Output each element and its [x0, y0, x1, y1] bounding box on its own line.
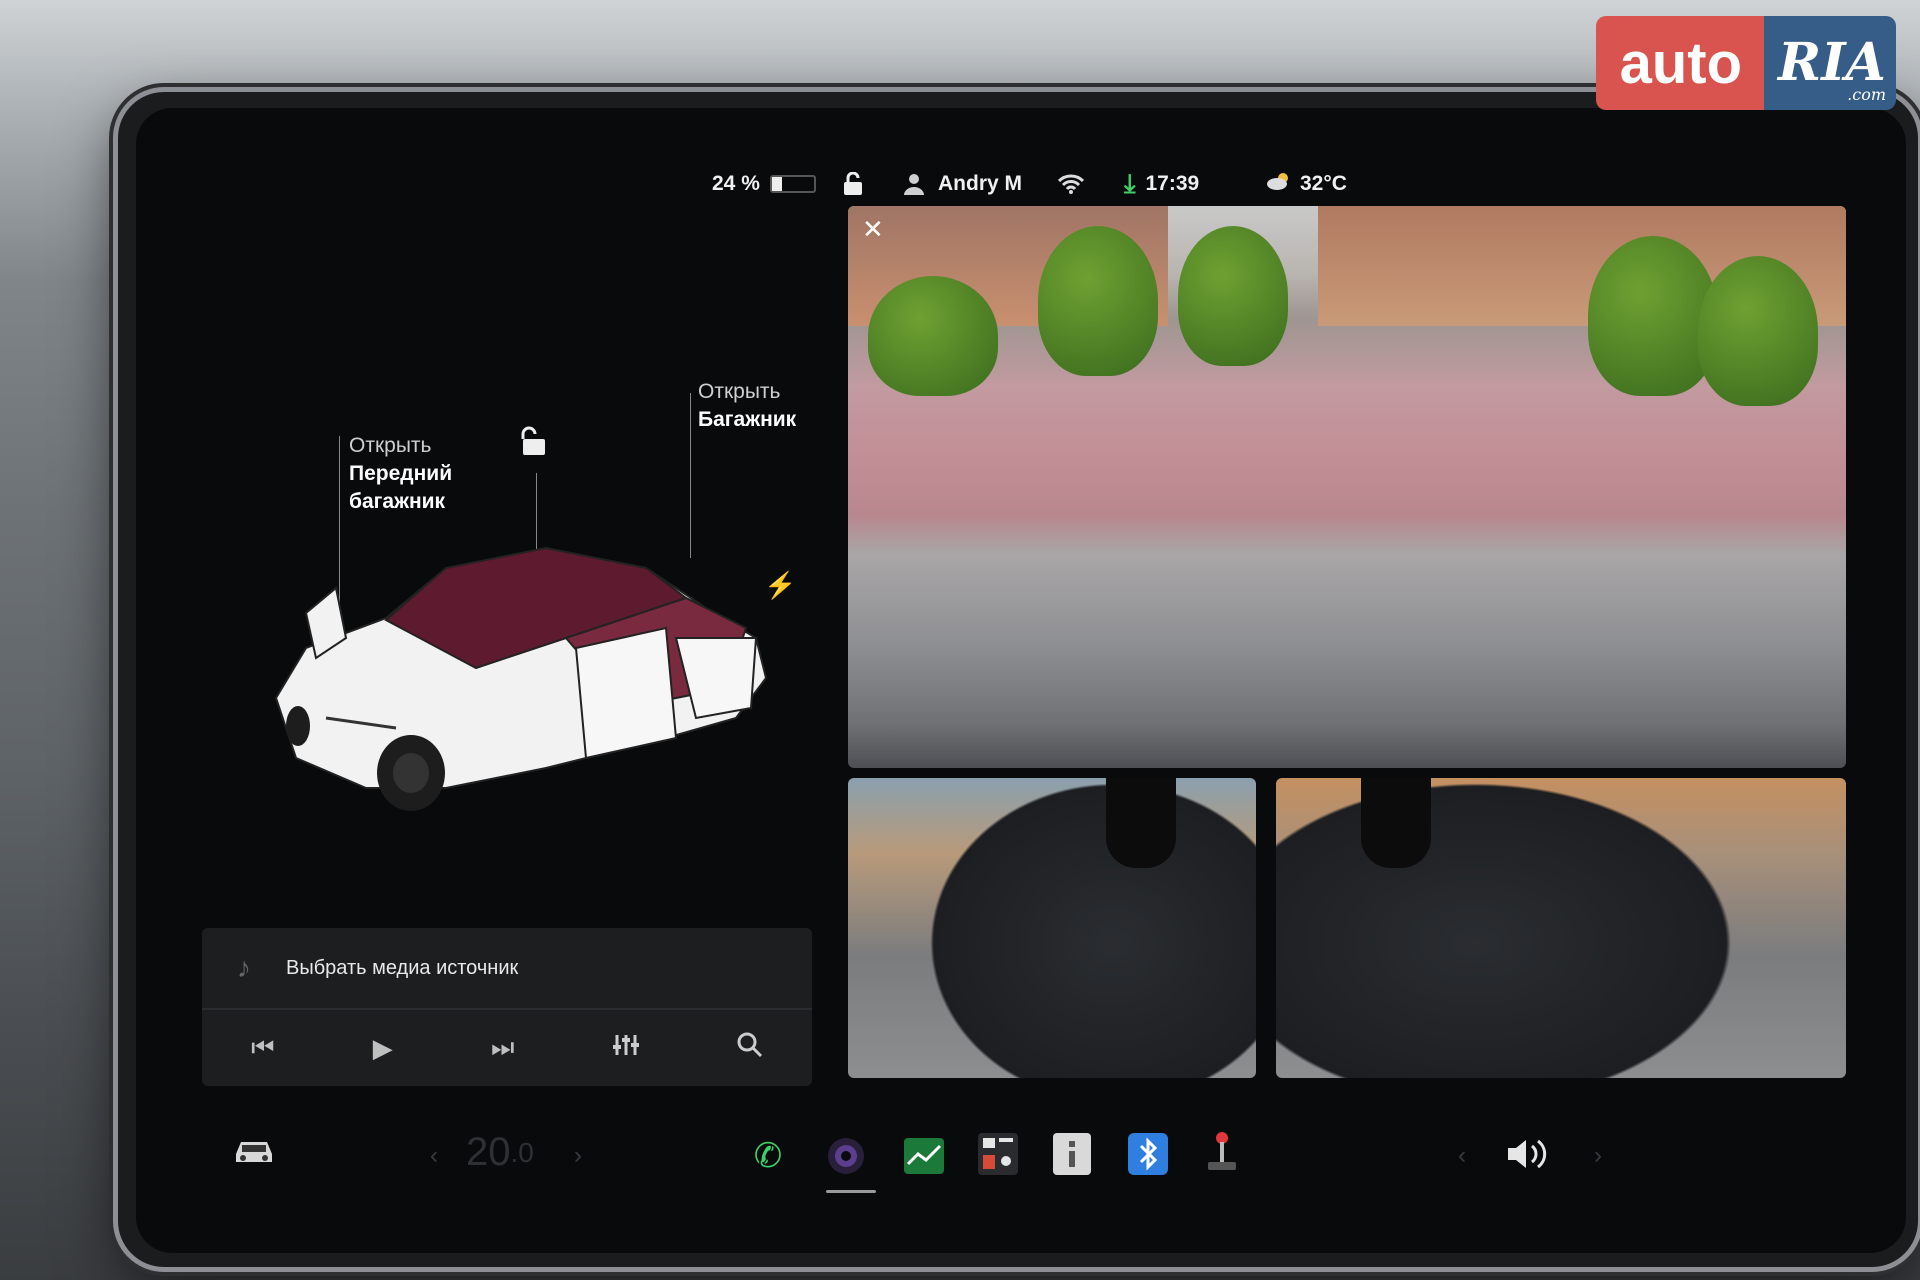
volume-icon[interactable]	[1504, 1136, 1552, 1172]
joystick-icon[interactable]	[1200, 1130, 1244, 1174]
right-repeater-camera-view[interactable]	[1276, 778, 1846, 1078]
active-app-indicator	[826, 1190, 876, 1193]
unlock-icon[interactable]	[842, 164, 864, 204]
media-player: ♪ Выбрать медиа источник ⏮ ▶ ⏭	[202, 928, 812, 1086]
bottom-dock: ‹ 20.0 › ✆ ‹ ›	[136, 1118, 1906, 1198]
temp-increase-icon[interactable]: ›	[574, 1142, 582, 1170]
user-profile[interactable]: Andry M	[902, 164, 1022, 204]
volume-decrease-icon[interactable]: ‹	[1458, 1142, 1466, 1170]
search-icon[interactable]	[737, 1032, 763, 1065]
clock-time: 17:39	[1145, 172, 1200, 195]
temp-decrease-icon[interactable]: ‹	[430, 1142, 438, 1170]
previous-track-icon[interactable]: ⏮	[251, 1032, 274, 1064]
outside-temp: 32°C	[1300, 172, 1347, 195]
close-camera-icon[interactable]: ✕	[862, 214, 884, 245]
autoria-watermark: auto RIA .com	[1595, 16, 1896, 110]
frunk-label-name-2: багажник	[349, 490, 446, 513]
watermark-dotcom: .com	[1847, 85, 1886, 104]
cabin-temperature[interactable]: 20.0	[466, 1130, 534, 1175]
phone-icon[interactable]: ✆	[746, 1134, 790, 1178]
frunk-label-name: Передний	[349, 462, 453, 485]
battery-percent: 24 %	[712, 172, 760, 195]
wifi-icon[interactable]	[1058, 164, 1084, 204]
left-repeater-camera-view[interactable]	[848, 778, 1256, 1078]
media-source-selector[interactable]: ♪ Выбрать медиа источник	[202, 928, 812, 1010]
status-bar: 24 % Andry M ⤓ 17:39 32°C	[136, 164, 1906, 204]
weather-display: 32°C	[1266, 164, 1347, 204]
calendar-icon[interactable]	[976, 1132, 1020, 1176]
bluetooth-icon[interactable]	[1126, 1132, 1170, 1176]
battery-status[interactable]: 24 %	[712, 164, 816, 204]
car-icon[interactable]	[232, 1136, 276, 1166]
next-track-icon[interactable]: ⏭	[491, 1032, 514, 1064]
time-display: ⤓ 17:39	[1124, 164, 1199, 204]
cloud-sun-icon	[1266, 172, 1292, 196]
user-name: Andry M	[938, 172, 1022, 195]
volume-increase-icon[interactable]: ›	[1594, 1142, 1602, 1170]
cabin-temp-main: 20	[466, 1130, 511, 1174]
rear-camera-view[interactable]: ✕	[848, 206, 1846, 768]
camera-icon[interactable]	[824, 1134, 868, 1178]
user-icon	[904, 174, 924, 195]
cabin-temp-decimal: .0	[510, 1136, 534, 1168]
play-icon[interactable]: ▶	[373, 1033, 393, 1064]
watermark-auto: auto	[1595, 16, 1764, 110]
energy-chart-icon[interactable]	[902, 1134, 946, 1178]
frunk-label-action: Открыть	[349, 434, 432, 457]
trunk-label-name: Багажник	[698, 408, 797, 431]
touchscreen: 24 % Andry M ⤓ 17:39 32°C Открыть Передн…	[136, 108, 1906, 1253]
equalizer-icon[interactable]	[612, 1033, 639, 1064]
car-unlock-icon[interactable]	[520, 426, 548, 461]
media-controls: ⏮ ▶ ⏭	[202, 1010, 812, 1086]
trunk-open-button[interactable]: Открыть Багажник	[698, 378, 796, 434]
trunk-label-action: Открыть	[698, 380, 781, 403]
media-source-label: Выбрать медиа источник	[286, 956, 519, 979]
frunk-open-button[interactable]: Открыть Передний багажник	[349, 432, 452, 516]
watermark-ria-text: RIA	[1778, 32, 1886, 93]
car-model-3d[interactable]	[246, 528, 806, 828]
watermark-ria: RIA .com	[1764, 16, 1896, 110]
music-note-icon: ♪	[237, 952, 251, 983]
download-icon: ⤓	[1124, 168, 1136, 198]
manual-icon[interactable]	[1050, 1132, 1094, 1176]
battery-icon	[769, 175, 816, 193]
